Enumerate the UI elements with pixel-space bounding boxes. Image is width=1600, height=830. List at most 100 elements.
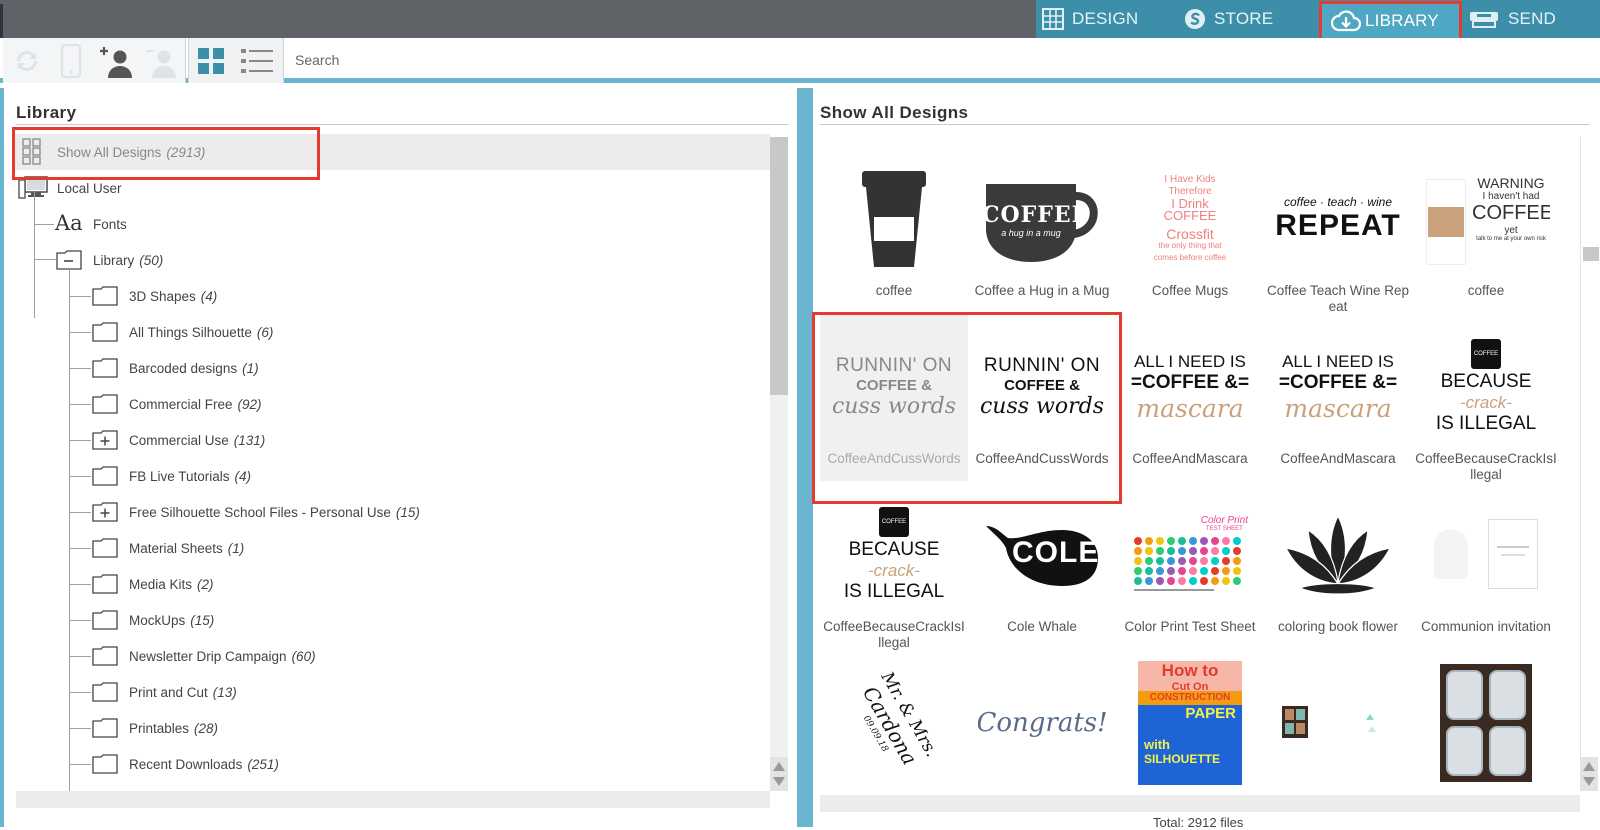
folder-item[interactable]: Printables (28): [14, 710, 770, 746]
thumb-text: the only thing that: [1158, 241, 1222, 250]
tree-scrollbar[interactable]: [770, 137, 788, 791]
folder-item[interactable]: Commercial Use (131): [14, 422, 770, 458]
grid-scroll-thumb[interactable]: [1583, 247, 1599, 261]
grid-scrollbar[interactable]: [1580, 137, 1599, 791]
font-aa-icon: Aa: [55, 211, 83, 235]
grid-view-icon[interactable]: [193, 43, 229, 79]
user-actions-group: [3, 38, 186, 83]
folder-label: Free Silhouette School Files - Personal …: [129, 504, 391, 520]
tree-horizontal-scrollbar[interactable]: [16, 791, 770, 808]
design-tile[interactable]: WARNING I haven't had COFFEE yet talk to me …: [1412, 145, 1560, 313]
thumb-text: mascara: [1136, 393, 1244, 423]
design-tile[interactable]: COFFEE a hug in a mug Coffee a Hug in a M…: [968, 145, 1116, 313]
folder-count: (2): [197, 576, 214, 592]
grid-horizontal-scrollbar[interactable]: [820, 795, 1580, 812]
sync-icon[interactable]: [9, 43, 45, 79]
design-tile[interactable]: How to Cut On CONSTRUCTION PAPER with SILHOUE…: [1116, 649, 1264, 791]
design-tile[interactable]: I Have Kids Therefore I Drink COFFEE Crossfi…: [1116, 145, 1264, 313]
repeat-art: coffee · teach · wine REPEAT: [1275, 195, 1400, 243]
folder-item[interactable]: All Things Silhouette (6): [14, 314, 770, 350]
congrats-art: Congrats!: [978, 708, 1106, 738]
thumb-text: COFFEE: [982, 202, 1090, 228]
folder-item[interactable]: Material Sheets (1): [14, 530, 770, 566]
cutter-icon: [1468, 8, 1502, 30]
tab-send[interactable]: SEND: [1468, 0, 1556, 38]
grid-scroll-arrows[interactable]: [1580, 757, 1598, 791]
design-label: coffee: [1467, 283, 1505, 298]
folder-label: Barcoded designs: [129, 360, 238, 376]
design-tile[interactable]: Mr. & Mrs. Cardona 09.09.18: [820, 649, 968, 791]
thumb-text: with: [1144, 737, 1170, 752]
local-user-item[interactable]: Local User: [14, 170, 770, 206]
design-thumbnail: coffee · teach · wine REPEAT: [1274, 155, 1402, 283]
folder-label: MockUps: [129, 612, 186, 628]
library-folder-item[interactable]: Library (50): [14, 242, 770, 278]
design-tile[interactable]: [1264, 649, 1412, 791]
mascara-art: ALL I NEED IS =COFFEE &= mascara: [1131, 352, 1249, 423]
folder-label: Printables: [129, 720, 190, 736]
folder-count: (28): [194, 720, 219, 736]
thumb-text: -crack-: [1460, 393, 1512, 412]
design-thumbnail: [1422, 491, 1550, 619]
folder-label: Commercial Free: [129, 396, 233, 412]
folder-item[interactable]: FB Live Tutorials (4): [14, 458, 770, 494]
remove-user-icon[interactable]: [143, 43, 179, 79]
show-all-designs-item[interactable]: Show All Designs (2913): [14, 134, 770, 170]
design-tile[interactable]: ALL I NEED IS =COFFEE &= mascara CoffeeAnd…: [1116, 313, 1264, 481]
list-view-icon[interactable]: [239, 43, 275, 79]
design-tile[interactable]: COFFEE BECAUSE -crack- IS ILLEGAL CoffeeBec…: [1412, 313, 1560, 482]
tree-scroll-thumb[interactable]: [770, 137, 788, 395]
folder-item[interactable]: Media Kits (2): [14, 566, 770, 602]
tab-design[interactable]: DESIGN: [1042, 0, 1138, 38]
folder-item[interactable]: Print and Cut (13): [14, 674, 770, 710]
design-tile[interactable]: RUNNIN' ON COFFEE & cuss words CoffeeAndCu…: [820, 313, 968, 481]
tab-store[interactable]: STORE: [1184, 0, 1273, 38]
folder-icon: [92, 322, 118, 345]
thumb-text: -crack-: [868, 561, 920, 580]
design-thumbnail: [1274, 491, 1402, 619]
folder-label: Media Kits: [129, 576, 193, 592]
thumb-text: COFFEE &: [856, 377, 932, 394]
folder-item[interactable]: Barcoded designs (1): [14, 350, 770, 386]
design-tile[interactable]: COFFEE BECAUSE -crack- IS ILLEGAL CoffeeBec…: [820, 481, 968, 650]
folder-label: Newsletter Drip Campaign: [129, 648, 287, 664]
fonts-item[interactable]: Aa Fonts: [14, 206, 770, 242]
folder-item[interactable]: Recent Downloads (251): [14, 746, 770, 782]
thumb-text: coffee · teach · wine: [1283, 195, 1393, 209]
design-tile[interactable]: Color Print TEST SHEET Color Print Test S…: [1116, 481, 1264, 649]
show-all-count: (2913): [166, 144, 206, 160]
folder-item[interactable]: Newsletter Drip Campaign (60): [14, 638, 770, 674]
design-thumbnail: RUNNIN' ON COFFEE & cuss words: [978, 323, 1106, 451]
design-tile[interactable]: ALL I NEED IS =COFFEE &= mascara CoffeeAnd…: [1264, 313, 1412, 481]
design-tile[interactable]: coffee: [820, 145, 968, 313]
search-input[interactable]: [286, 45, 1186, 75]
design-tile[interactable]: coffee · teach · wine REPEAT Coffee Teach…: [1264, 145, 1412, 314]
warning-art: WARNING I haven't had COFFEE yet talk to me …: [1422, 169, 1550, 269]
design-label: Cole Whale: [1007, 619, 1077, 634]
folder-item[interactable]: MockUps (15): [14, 602, 770, 638]
thumb-text: COFFEE: [1163, 208, 1217, 223]
show-all-label: Show All Designs: [57, 144, 162, 160]
design-tile[interactable]: RUNNIN' ON COFFEE & cuss words CoffeeAndCu…: [968, 313, 1116, 481]
tree-scroll-arrows[interactable]: [770, 757, 788, 791]
design-label: CoffeeAndCussWords: [827, 451, 961, 466]
design-tile[interactable]: COLE Cole Whale: [968, 481, 1116, 649]
design-tile[interactable]: Communion invitation: [1412, 481, 1560, 649]
design-tile[interactable]: coloring book flower: [1264, 481, 1412, 649]
expandable-folder-icon: [92, 430, 118, 453]
add-user-icon[interactable]: [99, 43, 135, 79]
design-tile[interactable]: [1412, 649, 1560, 791]
communion-art: [1426, 515, 1546, 595]
device-icon[interactable]: [53, 43, 89, 79]
design-tile[interactable]: Congrats!: [968, 649, 1116, 791]
folder-item[interactable]: 3D Shapes (4): [14, 278, 770, 314]
folder-count: (1): [227, 540, 245, 556]
folder-item[interactable]: Commercial Free (92): [14, 386, 770, 422]
coffee-mug-art: COFFEE a hug in a mug: [982, 174, 1102, 264]
tab-library[interactable]: LIBRARY: [1319, 1, 1462, 41]
folder-item[interactable]: Free Silhouette School Files - Personal …: [14, 494, 770, 530]
thumb-text: yet: [1504, 225, 1518, 236]
panel-divider[interactable]: [797, 88, 813, 827]
design-thumbnail: [1422, 659, 1550, 787]
thumb-text: ALL I NEED IS: [1134, 351, 1246, 371]
